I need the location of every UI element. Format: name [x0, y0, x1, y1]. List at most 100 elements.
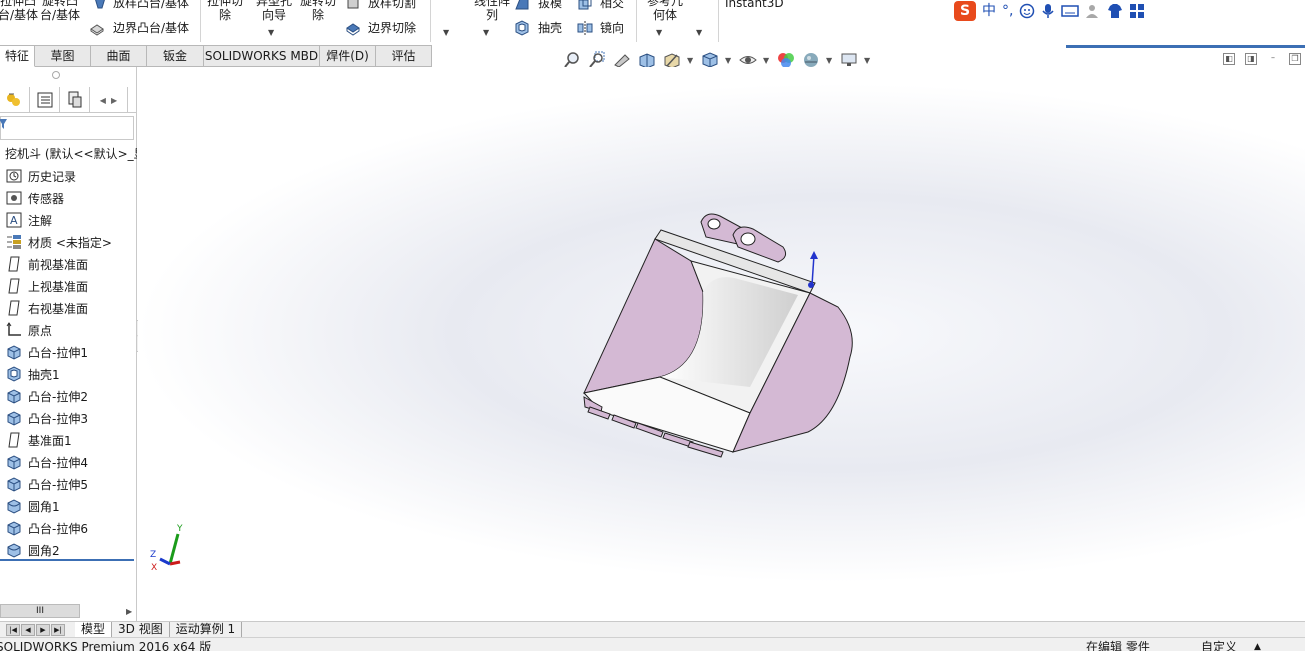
tree-item[interactable]: 圆角2 — [0, 539, 137, 561]
revolve-cut-button[interactable]: 旋转切 除 — [300, 0, 336, 22]
swept-boss-button[interactable]: 放样凸台/基体 — [113, 0, 189, 10]
hole-wizard-dropdown-icon[interactable]: ▼ — [268, 28, 274, 37]
last-tab-icon[interactable]: ▶| — [51, 623, 65, 636]
shell-icon — [515, 20, 529, 36]
swept-boss-icon — [95, 0, 105, 9]
tree-item[interactable]: 基准面1 — [0, 429, 137, 451]
microphone-icon[interactable] — [1041, 3, 1055, 19]
reference-geometry-dropdown-icon[interactable]: ▼ — [656, 28, 662, 37]
fillet-dropdown-icon[interactable]: ▼ — [443, 28, 449, 37]
hide-show-dropdown-icon[interactable]: ▼ — [763, 56, 771, 65]
reference-geometry-button[interactable]: 参考几 何体 — [647, 0, 683, 22]
linear-pattern-button[interactable]: 线性阵 列 — [474, 0, 510, 22]
status-units[interactable]: 自定义 — [1201, 638, 1237, 651]
tab-motion-study-1[interactable]: 运动算例 1 — [170, 621, 243, 638]
tree-item[interactable]: 前视基准面 — [0, 253, 137, 275]
tree-item-label: 凸台-拉伸4 — [28, 455, 88, 470]
shell-button[interactable]: 抽壳 — [538, 21, 562, 35]
user-icon[interactable] — [1085, 3, 1101, 19]
tab-3d-views[interactable]: 3D 视图 — [112, 621, 170, 638]
panel-right-icon[interactable]: ◨ — [1245, 53, 1257, 65]
tree-item[interactable]: 原点 — [0, 319, 137, 341]
bucket-model[interactable] — [138, 67, 1305, 621]
revolve-boss-button[interactable]: 旋转凸 台/基体 — [40, 0, 80, 22]
tree-item[interactable]: 右视基准面 — [0, 297, 137, 319]
tree-item[interactable]: 凸台-拉伸1 — [0, 341, 137, 363]
extrude-boss-button[interactable]: 拉伸凸 台/基体 — [0, 0, 38, 22]
panel-left-icon[interactable]: ◧ — [1223, 53, 1235, 65]
tree-item[interactable]: 历史记录 — [0, 165, 137, 187]
tree-item[interactable]: 凸台-拉伸2 — [0, 385, 137, 407]
lofted-cut-button[interactable]: 放样切割 — [368, 0, 416, 10]
tree-item-label: 右视基准面 — [28, 301, 89, 316]
tree-item[interactable]: 凸台-拉伸4 — [0, 451, 137, 473]
tree-item[interactable]: 抽壳1 — [0, 363, 137, 385]
tree-item[interactable]: 凸台-拉伸5 — [0, 473, 137, 495]
prev-tab-icon[interactable]: ◀ — [21, 623, 35, 636]
scroll-right-icon[interactable]: ▶ — [111, 96, 117, 105]
skin-shirt-icon[interactable] — [1107, 3, 1123, 19]
instant3d-button[interactable]: Instant3D — [725, 0, 784, 10]
curves-dropdown-icon[interactable]: ▼ — [696, 28, 702, 37]
panel-collapse-handle[interactable] — [52, 71, 60, 79]
display-style-dropdown-icon[interactable]: ▼ — [725, 56, 733, 65]
linear-pattern-dropdown-icon[interactable]: ▼ — [483, 28, 489, 37]
panel-tab-scroll[interactable]: ◀ ▶ — [90, 87, 128, 113]
bucket-lug-right — [732, 226, 787, 263]
view-orientation-dropdown-icon[interactable]: ▼ — [687, 56, 695, 65]
minimize-icon[interactable]: – — [1267, 53, 1279, 65]
feature-manager-tab[interactable] — [0, 87, 30, 113]
boundary-cut-button[interactable]: 边界切除 — [368, 21, 416, 35]
tab-solidworks-mbd[interactable]: SOLIDWORKS MBD — [204, 45, 320, 67]
property-manager-tab[interactable] — [30, 87, 60, 113]
tab-evaluate[interactable]: 评估 — [376, 45, 432, 67]
toolbox-grid-icon[interactable] — [1129, 3, 1145, 19]
keyboard-icon[interactable] — [1061, 4, 1080, 18]
first-tab-icon[interactable]: |◀ — [6, 623, 20, 636]
rollback-bar[interactable] — [0, 559, 134, 561]
intersect-button[interactable]: 相交 — [600, 0, 624, 10]
units-arrow-icon[interactable]: ▲ — [1254, 638, 1261, 651]
tab-surfaces[interactable]: 曲面 — [91, 45, 147, 67]
restore-icon[interactable]: ❐ — [1289, 53, 1301, 65]
tree-filter-field[interactable] — [0, 116, 134, 140]
ime-mode-toggle[interactable]: 中 — [982, 1, 996, 21]
tree-item[interactable]: 材质 <未指定> — [0, 231, 137, 253]
tree-item-label: 传感器 — [28, 191, 65, 206]
tree-item[interactable]: 传感器 — [0, 187, 137, 209]
extrude-icon — [5, 343, 23, 361]
tree-root-part[interactable]: 挖机斗 (默认<<默认>_显示状态 1>) — [0, 143, 137, 165]
tab-sheet-metal[interactable]: 钣金 — [147, 45, 204, 67]
tree-item[interactable]: 凸台-拉伸3 — [0, 407, 137, 429]
tree-item[interactable]: 凸台-拉伸6 — [0, 517, 137, 539]
tree-item[interactable]: A 注解 — [0, 209, 137, 231]
mirror-button[interactable]: 镜向 — [600, 21, 624, 35]
ime-punctuation-toggle[interactable]: °, — [1002, 1, 1013, 21]
material-icon — [5, 233, 23, 251]
view-settings-dropdown-icon[interactable]: ▼ — [864, 56, 872, 65]
next-tab-icon[interactable]: ▶ — [36, 623, 50, 636]
tree-item[interactable]: 上视基准面 — [0, 275, 137, 297]
draft-button[interactable]: 拔模 — [538, 0, 562, 10]
emoji-icon[interactable] — [1019, 3, 1035, 19]
tab-features[interactable]: 特征 — [0, 45, 35, 67]
tab-sketch[interactable]: 草图 — [35, 45, 91, 67]
graphics-area[interactable]: Y X Z — [138, 67, 1305, 621]
boundary-boss-button[interactable]: 边界凸台/基体 — [113, 21, 189, 35]
tab-weldments[interactable]: 焊件(D) — [320, 45, 376, 67]
scene-dropdown-icon[interactable]: ▼ — [826, 56, 834, 65]
tab-model[interactable]: 模型 — [75, 621, 113, 638]
tree-item-label: 圆角1 — [28, 499, 60, 514]
panel-horizontal-scrollbar[interactable]: III ▶ — [0, 603, 137, 619]
ribbon-separator — [200, 0, 201, 42]
tree-item[interactable]: 圆角1 — [0, 495, 137, 517]
extrude-cut-button[interactable]: 拉伸切 除 — [207, 0, 243, 22]
configuration-manager-tab[interactable] — [60, 87, 90, 113]
scroll-left-icon[interactable]: ◀ — [100, 96, 106, 105]
tab-nav-arrows: |◀ ◀ ▶ ▶| — [6, 623, 65, 636]
scroll-right-arrow-icon[interactable]: ▶ — [126, 607, 132, 616]
hole-wizard-button[interactable]: 异型孔 向导 — [256, 0, 292, 22]
scrollbar-thumb[interactable]: III — [0, 604, 80, 618]
status-editing: 在编辑 零件 — [1086, 640, 1150, 651]
triad-y-label: Y — [176, 524, 183, 534]
